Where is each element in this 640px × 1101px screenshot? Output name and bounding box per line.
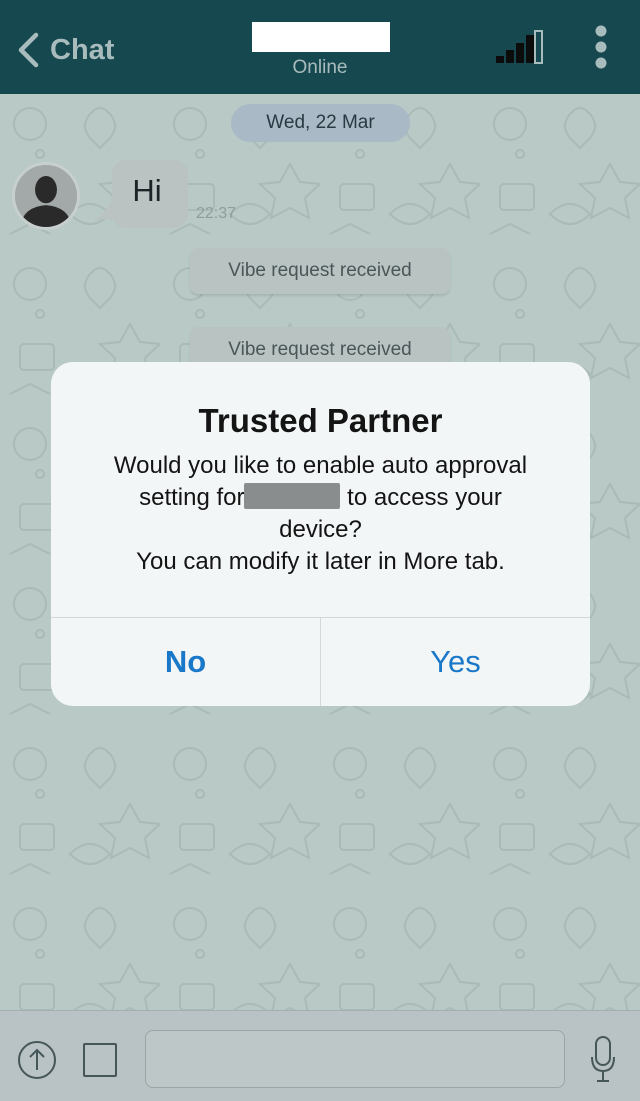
dialog-message-line: setting for to access your bbox=[51, 482, 590, 514]
more-vertical-icon[interactable] bbox=[590, 22, 612, 72]
no-button[interactable]: No bbox=[51, 618, 320, 706]
dialog-message-line: device? bbox=[279, 516, 362, 543]
signal-bars-icon[interactable] bbox=[494, 30, 544, 64]
message-input[interactable] bbox=[145, 1030, 565, 1088]
dialog-title: Trusted Partner bbox=[198, 402, 443, 439]
message-time: 22:37 bbox=[196, 205, 237, 222]
yes-button[interactable]: Yes bbox=[321, 618, 590, 706]
trusted-partner-dialog: Trusted Partner Would you like to enable… bbox=[51, 362, 590, 706]
person-silhouette-icon bbox=[15, 165, 77, 227]
dialog-message-fragment: setting for bbox=[139, 484, 245, 511]
top-bar: Chat Online bbox=[0, 0, 640, 94]
square-icon[interactable] bbox=[83, 1043, 117, 1077]
message-text: Hi bbox=[132, 173, 162, 208]
redacted-name bbox=[244, 483, 341, 509]
message-input-bar bbox=[0, 1010, 640, 1101]
dialog-message-line: You can modify it later in More tab. bbox=[136, 548, 505, 575]
microphone-icon[interactable] bbox=[590, 1035, 616, 1085]
dialog-message-fragment: to access your bbox=[347, 484, 502, 511]
contact-avatar[interactable] bbox=[12, 162, 80, 230]
contact-name-redacted[interactable] bbox=[252, 22, 390, 52]
upload-arrow-icon[interactable] bbox=[17, 1040, 57, 1080]
date-separator: Wed, 22 Mar bbox=[231, 104, 410, 142]
contact-status: Online bbox=[292, 57, 348, 78]
dialog-message: Would you like to enable auto approval s… bbox=[51, 450, 590, 578]
system-message: Vibe request received bbox=[190, 248, 450, 294]
dialog-message-line: Would you like to enable auto approval bbox=[113, 452, 528, 479]
